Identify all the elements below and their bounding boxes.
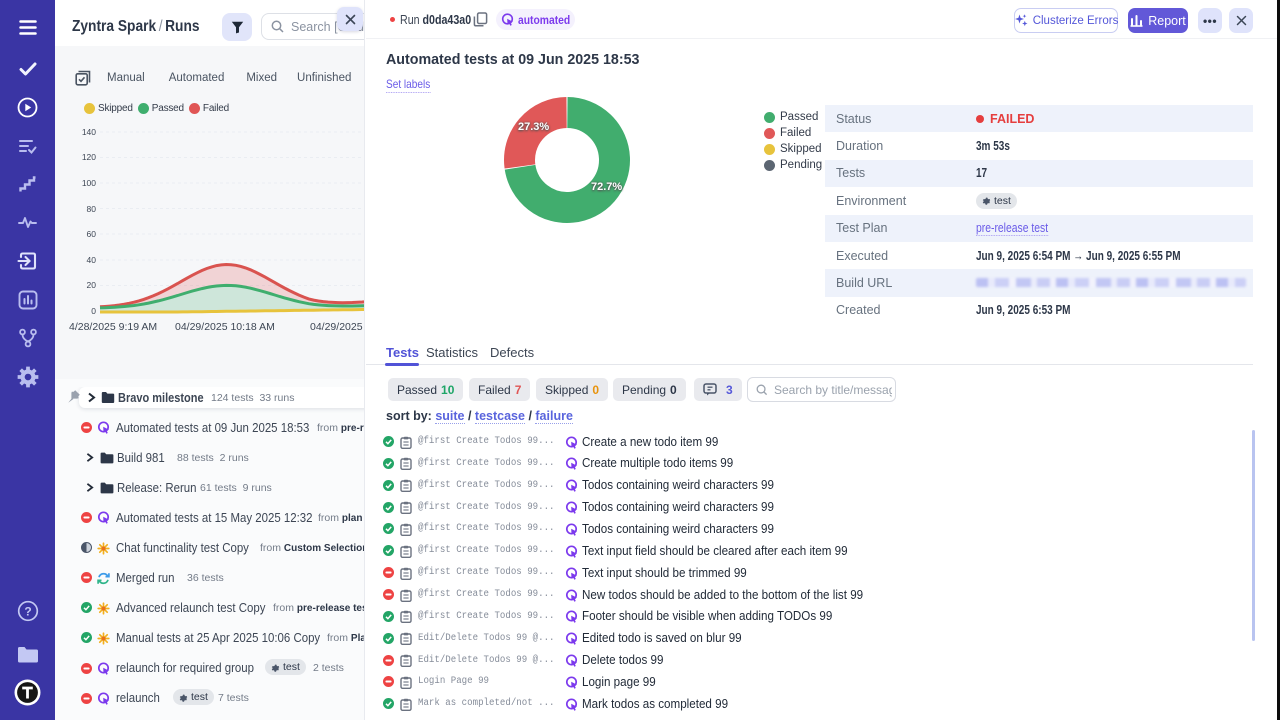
svg-text:?: ?: [24, 604, 31, 618]
